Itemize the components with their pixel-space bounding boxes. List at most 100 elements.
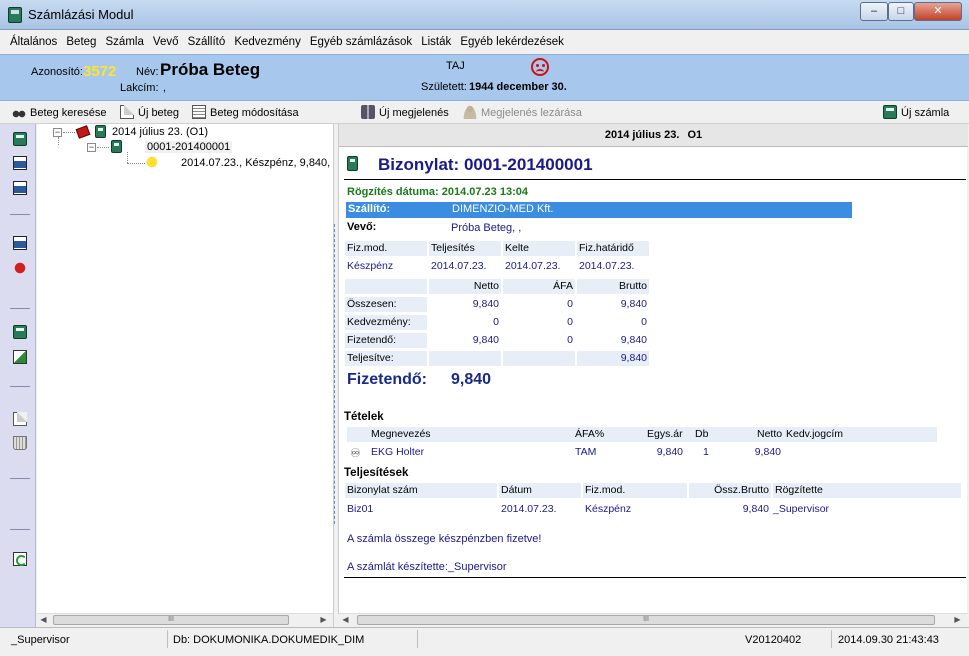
separator — [10, 529, 30, 530]
menu-general[interactable]: Általános — [8, 30, 59, 54]
status-separator — [831, 630, 832, 648]
menu-supplier[interactable]: Szállító — [186, 30, 228, 54]
new-patient-button[interactable]: Új beteg — [120, 105, 179, 120]
row-total-vat: 0 — [567, 298, 573, 310]
tree-line — [127, 163, 145, 164]
payments-col-gross: Össz.Brutto — [689, 483, 771, 498]
items-col-name: Megnevezés — [371, 428, 431, 440]
maximize-button[interactable]: □ — [888, 2, 914, 21]
menu-buyer[interactable]: Vevő — [151, 30, 181, 54]
row-total-net: 9,840 — [472, 298, 499, 310]
scroll-thumb[interactable]: III — [53, 615, 289, 625]
separator — [10, 308, 30, 309]
col-header-net: Netto — [429, 279, 501, 294]
edit-document-icon — [192, 105, 206, 119]
new-document-icon[interactable] — [13, 412, 27, 426]
search-patient-button[interactable]: Beteg keresése — [12, 105, 106, 120]
menu-discount[interactable]: Kedvezmény — [232, 30, 302, 54]
calculator-icon[interactable] — [13, 325, 27, 339]
coin-icon — [145, 156, 159, 170]
due-date: 2014.07.23. — [579, 260, 635, 272]
splitter-grip[interactable] — [334, 224, 337, 524]
new-patient-label: Új beteg — [138, 107, 179, 119]
scroll-right-icon[interactable]: ▶ — [317, 614, 330, 626]
stethoscope-icon: ♾ — [350, 446, 361, 460]
menu-bar: Általános Beteg Számla Vevő Szállító Ked… — [0, 30, 969, 54]
tree-line — [63, 132, 75, 133]
row-payable-vat: 0 — [567, 334, 573, 346]
tree-horizontal-scrollbar[interactable]: ◀ III ▶ — [37, 613, 333, 626]
row-payable-gross: 9,840 — [620, 334, 647, 346]
close-visit-label: Megjelenés lezárása — [481, 107, 582, 119]
new-visit-button[interactable]: Új megjelenés — [361, 105, 449, 120]
separator — [10, 386, 30, 387]
divider — [344, 179, 966, 180]
scroll-right-icon[interactable]: ▶ — [951, 614, 964, 626]
edit-patient-button[interactable]: Beteg módosítása — [192, 105, 299, 120]
printer-icon[interactable] — [13, 156, 27, 170]
document-horizontal-scrollbar[interactable]: ◀ III ▶ — [339, 613, 968, 626]
item-unit-price: 9,840 — [656, 446, 683, 458]
tree-line — [97, 147, 109, 148]
patient-address: , — [163, 82, 167, 94]
items-col-qty: Db — [695, 428, 709, 440]
calculator-icon — [95, 125, 106, 138]
red-book-icon — [75, 125, 91, 139]
new-invoice-label: Új számla — [901, 107, 950, 119]
close-visit-button[interactable]: Megjelenés lezárása — [463, 105, 582, 120]
collapse-toggle[interactable]: − — [53, 128, 62, 137]
visit-tree: − 2014 július 23. (O1) − 0001-201400001 … — [37, 124, 333, 626]
red-stamp-icon[interactable] — [13, 261, 27, 275]
minimize-button[interactable]: – — [860, 2, 888, 21]
payment-gross: 9,840 — [742, 503, 769, 515]
search-patient-label: Beteg keresése — [30, 107, 107, 119]
row-discount-label: Kedvezmény: — [345, 315, 427, 330]
col-header-due: Fiz.határidő — [577, 241, 649, 256]
menu-other-invoicing[interactable]: Egyéb számlázások — [308, 30, 414, 54]
payments-col-method: Fiz.mod. — [583, 483, 687, 498]
items-title: Tételek — [344, 411, 384, 423]
menu-other-queries[interactable]: Egyéb lekérdezések — [458, 30, 566, 54]
supplier-value: DIMENZIO-MED Kft. — [452, 203, 554, 215]
collapse-toggle[interactable]: − — [87, 143, 96, 152]
scroll-thumb[interactable]: III — [357, 615, 935, 625]
tree-payment[interactable]: 2014.07.23., Készpénz, 9,840, — [181, 157, 330, 169]
calculator-icon[interactable] — [13, 132, 27, 146]
status-separator — [417, 630, 418, 648]
printer-icon[interactable] — [13, 236, 27, 250]
buyer-value: Próba Beteg, , — [451, 222, 522, 234]
item-vat: TAM — [575, 446, 597, 458]
col-header-vat: ÁFA — [503, 279, 575, 294]
invoice-edit-icon[interactable] — [13, 350, 27, 364]
tree-visit[interactable]: 2014 július 23. (O1) — [112, 126, 208, 138]
window-title: Számlázási Modul — [28, 7, 134, 22]
trash-icon[interactable] — [13, 436, 27, 450]
status-database: Db: DOKUMONIKA.DOKUMEDIK_DIM — [173, 634, 365, 646]
scroll-left-icon[interactable]: ◀ — [37, 614, 50, 626]
row-discount-gross: 0 — [641, 316, 647, 328]
menu-lists[interactable]: Listák — [419, 30, 453, 54]
paid-note: A számla összege készpénzben fizetve! — [347, 533, 542, 545]
col-header-fulfilment: Teljesítés — [429, 241, 501, 256]
items-col-unit-price: Egys.ár — [647, 428, 683, 440]
items-col-discount: Kedv.jogcím — [786, 428, 843, 440]
edit-patient-label: Beteg módosítása — [210, 107, 299, 119]
document-title: Bizonylat: 0001-201400001 — [378, 155, 593, 174]
tree-invoice[interactable]: 0001-201400001 — [145, 141, 233, 153]
status-bar: _Supervisor Db: DOKUMONIKA.DOKUMEDIK_DIM… — [0, 627, 969, 656]
new-invoice-button[interactable]: Új számla — [883, 105, 949, 120]
close-button[interactable]: ✕ — [914, 2, 962, 21]
scroll-left-icon[interactable]: ◀ — [339, 614, 352, 626]
printer-icon[interactable] — [13, 181, 27, 195]
row-paid-vat — [503, 351, 575, 366]
issue-date: 2014.07.23. — [505, 260, 561, 272]
refresh-icon[interactable] — [13, 552, 27, 566]
new-visit-label: Új megjelenés — [379, 107, 449, 119]
author-note: A számlát készítette:_Supervisor — [347, 561, 507, 573]
menu-patient[interactable]: Beteg — [64, 30, 98, 54]
header-date: 2014 július 23. — [604, 129, 680, 141]
menu-invoice[interactable]: Számla — [104, 30, 146, 54]
header-code: O1 — [687, 129, 703, 141]
row-total-label: Összesen: — [345, 297, 427, 312]
born-date: 1944 december 30. — [469, 81, 567, 93]
